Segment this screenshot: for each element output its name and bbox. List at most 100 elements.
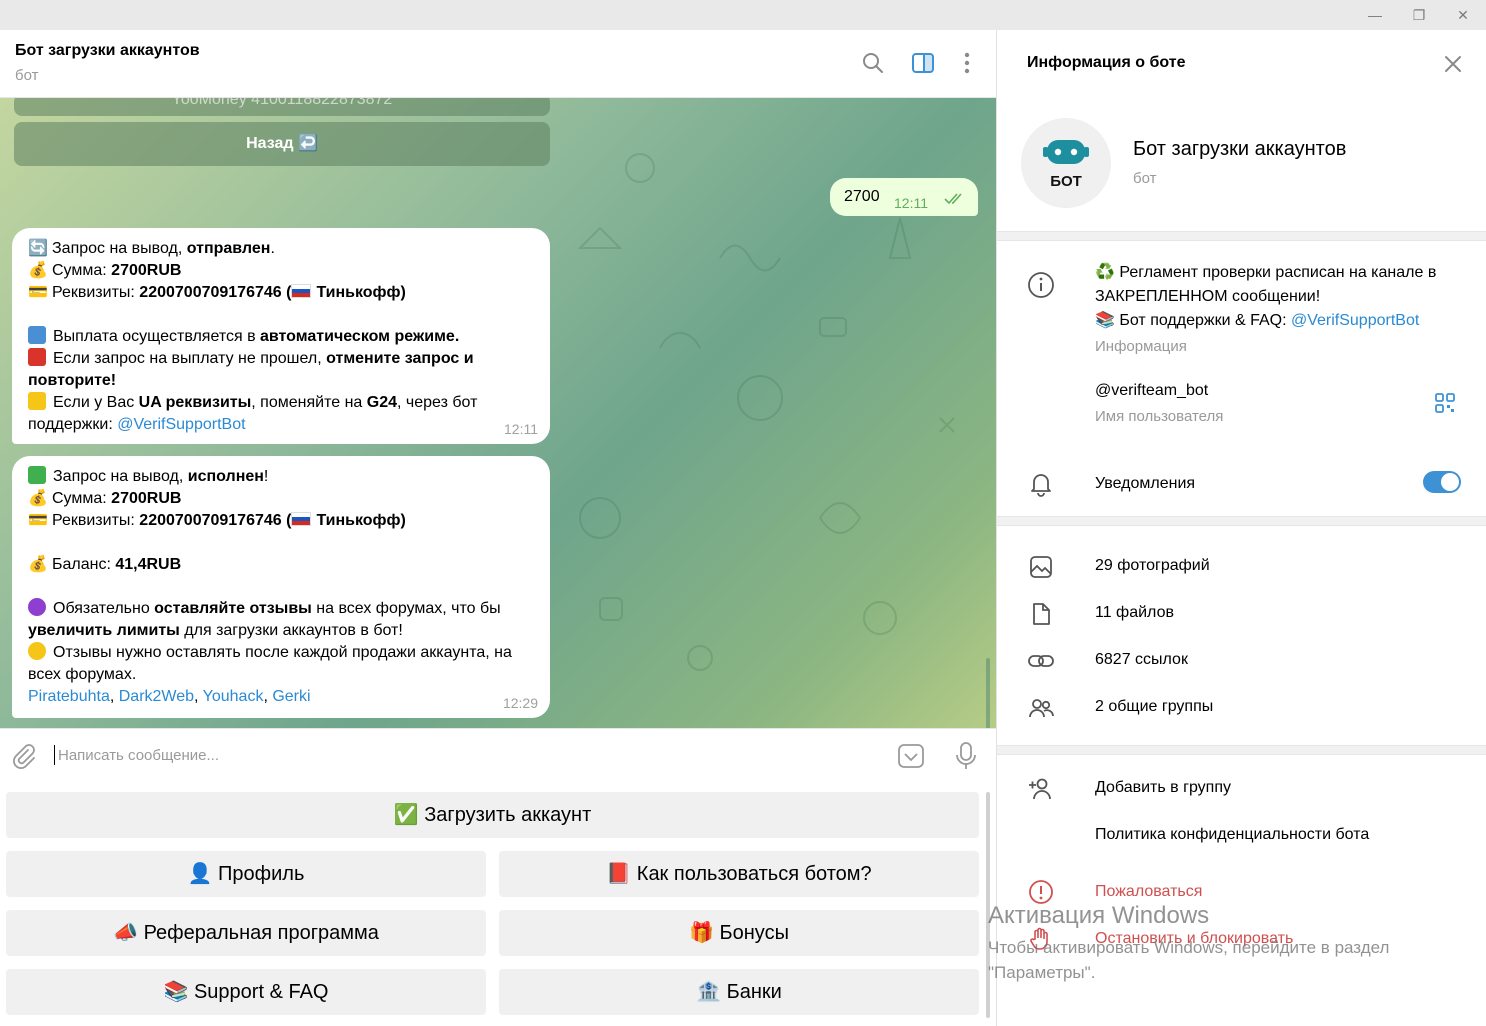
- amount: 2700RUB: [111, 262, 182, 279]
- photos-count[interactable]: 29 фотографий: [1095, 554, 1210, 578]
- referral-button[interactable]: 📣 Реферальная программа: [6, 910, 486, 956]
- text-bold: оставляйте отзывы: [154, 600, 312, 617]
- toggle-knob: [1441, 473, 1459, 491]
- divider: [997, 516, 1486, 526]
- inline-button-back[interactable]: Назад ↩️: [14, 122, 550, 166]
- search-icon[interactable]: [860, 50, 886, 76]
- add-to-group-button[interactable]: Добавить в группу: [1095, 776, 1231, 800]
- description-line: ♻️ Регламент проверки расписан на канале…: [1095, 264, 1437, 305]
- username-label: Имя пользователя: [1095, 408, 1224, 425]
- bonuses-button[interactable]: 🎁 Бонусы: [499, 910, 979, 956]
- message-time: 12:11: [504, 421, 538, 437]
- text: Баланс:: [52, 556, 116, 573]
- text: Реквизиты:: [52, 512, 140, 529]
- yellow-square-icon: [28, 392, 46, 410]
- notifications-toggle[interactable]: [1423, 471, 1461, 493]
- chat-title: Бот загрузки аккаунтов: [15, 42, 200, 59]
- text: .: [270, 240, 275, 257]
- outgoing-message-time: 12:11: [894, 195, 928, 211]
- microphone-icon[interactable]: [951, 741, 981, 771]
- bot-info-panel: Информация о боте БОТ Бот загрузки аккау…: [996, 30, 1486, 1026]
- outgoing-message: 2700 12:11: [830, 178, 978, 216]
- qr-code-icon[interactable]: [1433, 391, 1457, 415]
- russia-flag-icon: [291, 284, 312, 298]
- upload-account-button[interactable]: ✅ Загрузить аккаунт: [6, 792, 979, 838]
- chat-messages-area[interactable]: YooMoney 4100118822873872 Назад ↩️ 2700 …: [0, 98, 996, 728]
- text: Если у Вас: [53, 394, 139, 411]
- card-number: 2200700709176746 (: [139, 512, 292, 529]
- common-groups-count[interactable]: 2 общие группы: [1095, 695, 1213, 719]
- chat-scrollbar[interactable]: [986, 658, 990, 728]
- bot-username[interactable]: @verifteam_bot: [1095, 379, 1208, 403]
- notifications-label: Уведомления: [1095, 475, 1196, 492]
- russia-flag-icon: [291, 512, 312, 526]
- message-input[interactable]: Написать сообщение...: [58, 747, 219, 764]
- text: Запрос на вывод,: [52, 240, 187, 257]
- link-icon: [1028, 655, 1054, 667]
- bank-name: Тинькофф): [316, 284, 406, 301]
- banks-button[interactable]: 🏦 Банки: [499, 969, 979, 1015]
- bank-name: Тинькофф): [316, 512, 406, 529]
- money-bag-icon: 💰: [28, 490, 48, 507]
- incoming-message: 🔄 Запрос на вывод, отправлен. 💰 Сумма: 270…: [12, 228, 550, 444]
- text: на всех форумах, что бы: [311, 600, 501, 617]
- info-icon: [1028, 272, 1054, 298]
- chat-header[interactable]: Бот загрузки аккаунтов бот: [0, 30, 996, 98]
- outgoing-message-text: 2700: [844, 188, 880, 205]
- files-count[interactable]: 11 файлов: [1095, 601, 1174, 625]
- balance: 41,4RUB: [115, 556, 182, 573]
- text: Запрос на вывод,: [53, 468, 188, 485]
- bot-subtitle: бот: [1133, 170, 1157, 187]
- privacy-policy-button[interactable]: Политика конфиденциальности бота: [1095, 823, 1369, 847]
- support-faq-button[interactable]: 📚 Support & FAQ: [6, 969, 486, 1015]
- report-button[interactable]: Пожаловаться: [1095, 880, 1202, 904]
- bot-keyboard-icon[interactable]: [896, 741, 926, 771]
- minimize-button[interactable]: —: [1352, 0, 1398, 30]
- refresh-emoji-icon: 🔄: [28, 240, 48, 257]
- info-label: Информация: [1095, 338, 1187, 355]
- how-to-use-button[interactable]: 📕 Как пользоваться ботом?: [499, 851, 979, 897]
- text: Отзывы нужно оставлять после каждой прод…: [28, 644, 512, 683]
- sidebar-toggle-icon[interactable]: [910, 50, 936, 76]
- text-bold: G24: [366, 394, 397, 411]
- forum-link[interactable]: Dark2Web: [119, 688, 194, 705]
- money-bag-icon: 💰: [28, 556, 48, 573]
- info-square-icon: [28, 326, 46, 344]
- text-bold: UA реквизиты: [138, 394, 252, 411]
- text-bold: отправлен: [186, 240, 271, 257]
- text-bold: автоматическом режиме.: [260, 328, 460, 345]
- profile-button[interactable]: 👤 Профиль: [6, 851, 486, 897]
- close-icon[interactable]: [1441, 52, 1465, 76]
- panel-title: Информация о боте: [1027, 54, 1186, 71]
- amount: 2700RUB: [111, 490, 182, 507]
- forum-link[interactable]: Youhack: [203, 688, 264, 705]
- text: Сумма:: [52, 490, 112, 507]
- attach-icon[interactable]: [8, 741, 38, 771]
- forum-link[interactable]: Gerki: [272, 688, 310, 705]
- check-mark-icon: [28, 466, 46, 484]
- close-window-button[interactable]: ✕: [1440, 0, 1486, 30]
- add-user-icon: [1029, 778, 1051, 800]
- text: для загрузки аккаунтов в бот!: [179, 622, 403, 639]
- inline-button-yoomoney[interactable]: YooMoney 4100118822873872: [14, 98, 550, 116]
- support-bot-link[interactable]: @VerifSupportBot: [117, 416, 245, 433]
- red-square-icon: [28, 348, 46, 366]
- description-line: 📚 Бот поддержки & FAQ:: [1095, 312, 1291, 329]
- text: Если запрос на выплату не прошел,: [53, 350, 327, 367]
- message-input-bar: Написать сообщение...: [0, 728, 996, 784]
- credit-card-icon: 💳: [28, 284, 48, 301]
- windows-watermark-title: Активация Windows: [988, 902, 1210, 929]
- money-bag-icon: 💰: [28, 262, 48, 279]
- incoming-message: Запрос на вывод, исполнен! 💰 Сумма: 2700R…: [12, 456, 550, 718]
- avatar[interactable]: БОТ: [1021, 118, 1111, 208]
- double-check-icon: [944, 193, 962, 205]
- credit-card-icon: 💳: [28, 512, 48, 529]
- divider: [997, 745, 1486, 755]
- more-menu-icon[interactable]: [954, 50, 980, 76]
- bot-logo-icon: БОТ: [1022, 119, 1110, 207]
- support-bot-link[interactable]: @VerifSupportBot: [1291, 312, 1419, 329]
- links-count[interactable]: 6827 ссылок: [1095, 648, 1188, 672]
- maximize-button[interactable]: ❐: [1396, 0, 1442, 30]
- forum-link[interactable]: Piratebuhta: [28, 688, 110, 705]
- purple-circle-icon: [28, 598, 46, 616]
